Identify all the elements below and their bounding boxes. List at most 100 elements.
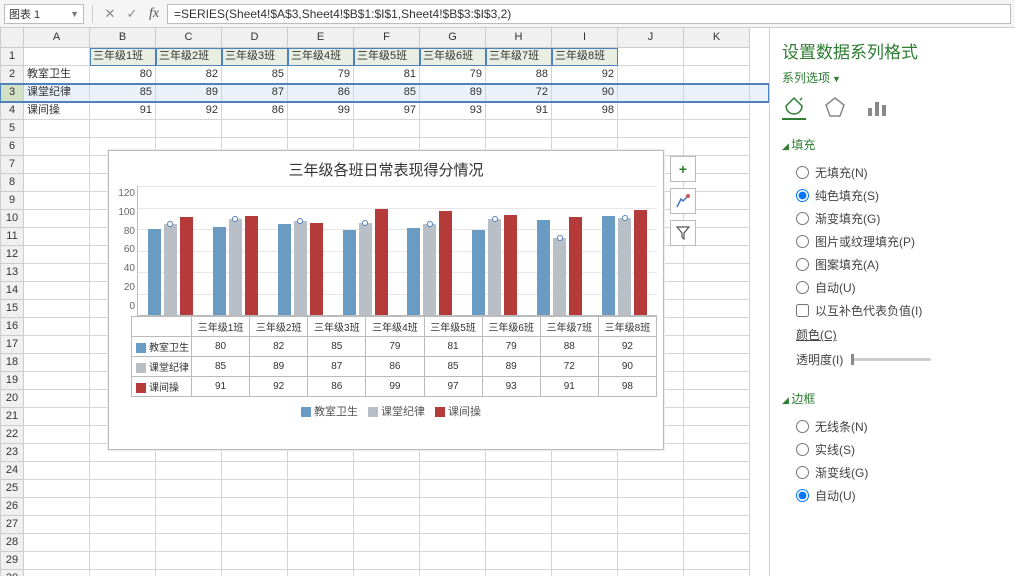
cell[interactable] bbox=[618, 462, 684, 480]
cell[interactable]: 80 bbox=[90, 66, 156, 84]
bar-series-0[interactable] bbox=[407, 228, 420, 315]
cell[interactable] bbox=[684, 246, 750, 264]
cell[interactable] bbox=[684, 318, 750, 336]
cell[interactable]: 86 bbox=[222, 102, 288, 120]
bar-series-2[interactable] bbox=[180, 217, 193, 315]
cell[interactable]: 93 bbox=[420, 102, 486, 120]
cell[interactable] bbox=[90, 498, 156, 516]
cell[interactable] bbox=[684, 552, 750, 570]
cell[interactable] bbox=[684, 408, 750, 426]
cell[interactable] bbox=[156, 120, 222, 138]
cell[interactable] bbox=[618, 552, 684, 570]
col-header[interactable]: E bbox=[288, 28, 354, 48]
cell[interactable]: 79 bbox=[288, 66, 354, 84]
embedded-chart[interactable]: 三年级各班日常表现得分情况 120100806040200 三年级1班三年级2班… bbox=[108, 150, 664, 450]
cell[interactable] bbox=[24, 138, 90, 156]
row-header[interactable]: 19 bbox=[0, 372, 24, 390]
cell[interactable] bbox=[288, 534, 354, 552]
row-header[interactable]: 6 bbox=[0, 138, 24, 156]
cell[interactable]: 89 bbox=[420, 84, 486, 102]
cancel-icon[interactable]: ✕ bbox=[101, 5, 119, 23]
row-header[interactable]: 2 bbox=[0, 66, 24, 84]
pane-subtitle[interactable]: 系列选项▼ bbox=[782, 69, 1003, 86]
col-header[interactable]: K bbox=[684, 28, 750, 48]
row-header[interactable]: 12 bbox=[0, 246, 24, 264]
cell[interactable] bbox=[24, 282, 90, 300]
cell[interactable] bbox=[684, 390, 750, 408]
cell[interactable] bbox=[222, 462, 288, 480]
fill-option[interactable]: 渐变填充(G) bbox=[782, 207, 1003, 230]
cell[interactable]: 85 bbox=[354, 84, 420, 102]
row-header[interactable]: 26 bbox=[0, 498, 24, 516]
cell[interactable] bbox=[24, 228, 90, 246]
cell[interactable] bbox=[618, 84, 684, 102]
cell[interactable] bbox=[618, 516, 684, 534]
bar-series-2[interactable] bbox=[569, 217, 582, 315]
cell[interactable] bbox=[24, 516, 90, 534]
effects-icon[interactable] bbox=[824, 96, 848, 120]
cell[interactable] bbox=[354, 552, 420, 570]
chevron-down-icon[interactable]: ▼ bbox=[70, 9, 79, 19]
row-header[interactable]: 8 bbox=[0, 174, 24, 192]
border-option[interactable]: 自动(U) bbox=[782, 484, 1003, 507]
cell[interactable] bbox=[552, 552, 618, 570]
cell[interactable] bbox=[420, 480, 486, 498]
row-header[interactable]: 25 bbox=[0, 480, 24, 498]
cell[interactable]: 三年级3班 bbox=[222, 48, 288, 66]
cell[interactable] bbox=[684, 102, 750, 120]
row-header[interactable]: 15 bbox=[0, 300, 24, 318]
cell[interactable]: 三年级8班 bbox=[552, 48, 618, 66]
cell[interactable]: 课间操 bbox=[24, 102, 90, 120]
row-header[interactable]: 13 bbox=[0, 264, 24, 282]
row-header[interactable]: 23 bbox=[0, 444, 24, 462]
cell[interactable] bbox=[684, 426, 750, 444]
cell[interactable] bbox=[684, 462, 750, 480]
bar-series-1[interactable] bbox=[488, 219, 501, 315]
cell[interactable]: 课堂纪律 bbox=[24, 84, 90, 102]
row-header[interactable]: 30 bbox=[0, 570, 24, 576]
row-header[interactable]: 18 bbox=[0, 354, 24, 372]
legend-item[interactable]: 教室卫生 bbox=[291, 406, 358, 418]
row-header[interactable]: 27 bbox=[0, 516, 24, 534]
cell[interactable] bbox=[24, 210, 90, 228]
col-header[interactable]: A bbox=[24, 28, 90, 48]
cell[interactable] bbox=[24, 264, 90, 282]
bar-series-1[interactable] bbox=[229, 219, 242, 315]
cell[interactable] bbox=[24, 318, 90, 336]
fill-line-icon[interactable] bbox=[782, 96, 806, 120]
bar-series-2[interactable] bbox=[504, 215, 517, 315]
cell[interactable] bbox=[552, 516, 618, 534]
cell[interactable]: 91 bbox=[90, 102, 156, 120]
cell[interactable] bbox=[684, 570, 750, 576]
cell[interactable] bbox=[684, 516, 750, 534]
cell[interactable]: 90 bbox=[552, 84, 618, 102]
cell[interactable] bbox=[486, 480, 552, 498]
cell[interactable] bbox=[684, 138, 750, 156]
cell[interactable] bbox=[684, 372, 750, 390]
cell[interactable] bbox=[288, 480, 354, 498]
cell[interactable] bbox=[90, 462, 156, 480]
bar-series-0[interactable] bbox=[343, 230, 356, 315]
cell[interactable] bbox=[90, 120, 156, 138]
cell[interactable] bbox=[24, 480, 90, 498]
cell[interactable] bbox=[618, 570, 684, 576]
fill-option[interactable]: 纯色填充(S) bbox=[782, 184, 1003, 207]
row-header[interactable]: 22 bbox=[0, 426, 24, 444]
col-header[interactable]: F bbox=[354, 28, 420, 48]
cell[interactable] bbox=[354, 516, 420, 534]
cell[interactable] bbox=[684, 534, 750, 552]
cell[interactable] bbox=[420, 570, 486, 576]
row-header[interactable]: 20 bbox=[0, 390, 24, 408]
opacity-row[interactable]: 透明度(I) bbox=[782, 347, 1003, 372]
legend-item[interactable]: 课堂纪律 bbox=[358, 406, 425, 418]
cell[interactable] bbox=[222, 498, 288, 516]
bar-series-0[interactable] bbox=[537, 220, 550, 315]
cell[interactable] bbox=[618, 48, 684, 66]
cell[interactable] bbox=[222, 552, 288, 570]
col-header[interactable]: C bbox=[156, 28, 222, 48]
cell[interactable] bbox=[222, 534, 288, 552]
cell[interactable]: 81 bbox=[354, 66, 420, 84]
cell[interactable] bbox=[354, 570, 420, 576]
cell[interactable]: 85 bbox=[90, 84, 156, 102]
row-header[interactable]: 16 bbox=[0, 318, 24, 336]
